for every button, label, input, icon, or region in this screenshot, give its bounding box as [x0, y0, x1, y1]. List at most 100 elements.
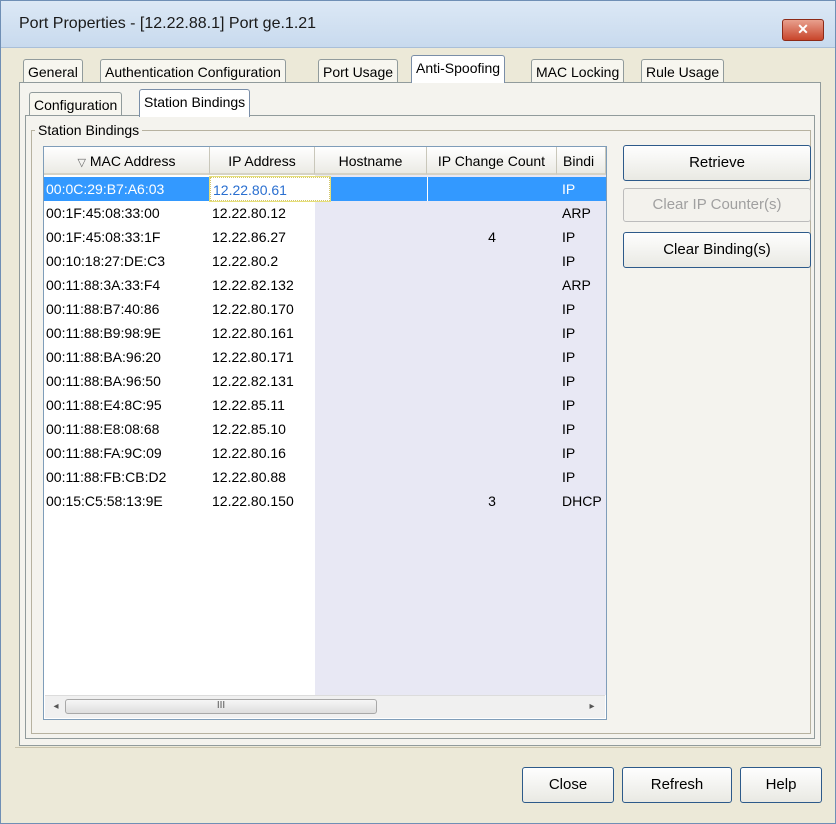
cell-ip-change-count: 4	[488, 229, 496, 245]
clear-bindings-button[interactable]: Clear Binding(s)	[623, 232, 811, 268]
table-row[interactable]: 00:1F:45:08:33:1F 12.22.86.27 4 IP	[44, 225, 606, 249]
tab-rule-usage[interactable]: Rule Usage	[641, 59, 725, 83]
help-button[interactable]: Help	[740, 767, 822, 803]
cell-mac: 00:11:88:BA:96:20	[46, 349, 161, 365]
subtab-configuration[interactable]: Configuration	[29, 92, 123, 116]
table-row[interactable]: 00:11:88:BA:96:50 12.22.82.131 IP	[44, 369, 606, 393]
cell-ip: 12.22.80.171	[212, 349, 294, 365]
cell-mac: 00:11:88:E8:08:68	[46, 421, 160, 437]
station-bindings-table[interactable]: ▽ MAC Address IP Address Hostname IP Cha…	[43, 146, 607, 720]
table-row[interactable]: 00:11:88:FB:CB:D2 12.22.80.88 IP	[44, 465, 606, 489]
cell-binding: IP	[562, 421, 576, 437]
cell-mac: 00:10:18:27:DE:C3	[46, 253, 166, 269]
cell-mac: 00:11:88:B7:40:86	[46, 301, 160, 317]
table-row[interactable]: 00:11:88:3A:33:F4 12.22.82.132 ARP	[44, 273, 606, 297]
cell-hostname	[319, 489, 424, 513]
table-row[interactable]: 00:11:88:FA:9C:09 12.22.80.16 IP	[44, 441, 606, 465]
cell-ip: 12.22.82.131	[212, 373, 294, 389]
cell-ip-change-count	[427, 417, 557, 441]
scrollbar-grip-icon: III	[216, 700, 226, 711]
tab-authentication-configuration[interactable]: Authentication Configuration	[100, 59, 286, 83]
cell-ip-change-count	[427, 393, 557, 417]
tab-mac-locking[interactable]: MAC Locking	[531, 59, 625, 83]
cell-ip: 12.22.80.88	[212, 469, 286, 485]
clear-ip-counters-button[interactable]: Clear IP Counter(s)	[623, 188, 811, 222]
cell-binding: IP	[562, 325, 576, 341]
tab-general[interactable]: General	[23, 59, 83, 83]
column-header-hostname[interactable]: Hostname	[315, 147, 427, 175]
footer-divider	[15, 747, 821, 748]
title-bar[interactable]: Port Properties - [12.22.88.1] Port ge.1…	[1, 1, 835, 48]
cell-ip-change-count	[427, 177, 558, 201]
cell-hostname	[319, 369, 424, 393]
column-header-mac-address[interactable]: ▽ MAC Address	[44, 147, 210, 175]
cell-binding: IP	[562, 445, 576, 461]
close-icon[interactable]: ✕	[782, 19, 824, 41]
cell-binding: IP	[562, 373, 576, 389]
cell-hostname	[319, 417, 424, 441]
subtab-station-bindings[interactable]: Station Bindings	[139, 89, 251, 117]
cell-hostname	[319, 297, 424, 321]
table-row[interactable]: 00:10:18:27:DE:C3 12.22.80.2 IP	[44, 249, 606, 273]
cell-hostname	[319, 393, 424, 417]
horizontal-scrollbar[interactable]: ◂ III ▸	[45, 695, 605, 718]
scroll-right-arrow-icon[interactable]: ▸	[585, 699, 599, 715]
tab-anti-spoofing[interactable]: Anti-Spoofing	[411, 55, 506, 83]
cell-ip-change-count	[427, 369, 557, 393]
table-row[interactable]: 00:11:88:B7:40:86 12.22.80.170 IP	[44, 297, 606, 321]
table-row[interactable]: 00:11:88:BA:96:20 12.22.80.171 IP	[44, 345, 606, 369]
cell-ip: 12.22.86.27	[212, 229, 286, 245]
tab-port-usage[interactable]: Port Usage	[318, 59, 399, 83]
column-header-binding[interactable]: Bindi	[557, 147, 606, 175]
cell-mac: 00:1F:45:08:33:1F	[46, 229, 161, 245]
cell-ip-change-count: 3	[488, 493, 496, 509]
scrollbar-thumb[interactable]: III	[65, 699, 377, 714]
cell-ip-change-count	[427, 321, 557, 345]
cell-binding: IP	[562, 349, 576, 365]
table-row-selected[interactable]: 00:0C:29:B7:A6:03 12.22.80.61 IP	[44, 176, 606, 202]
cell-hostname	[319, 321, 424, 345]
cell-binding: DHCP	[562, 493, 602, 509]
scroll-left-arrow-icon[interactable]: ◂	[49, 699, 63, 715]
refresh-button[interactable]: Refresh	[622, 767, 732, 803]
cell-ip-change-count	[427, 273, 557, 297]
cell-ip-change-count	[427, 297, 557, 321]
cell-mac: 00:15:C5:58:13:9E	[46, 493, 163, 509]
cell-binding: IP	[562, 253, 576, 269]
cell-binding: IP	[562, 229, 576, 245]
cell-hostname	[319, 273, 424, 297]
cell-ip: 12.22.80.16	[212, 445, 286, 461]
retrieve-button[interactable]: Retrieve	[623, 145, 811, 181]
column-header-label: MAC Address	[89, 153, 176, 169]
cell-mac: 00:11:88:BA:96:50	[46, 373, 161, 389]
groupbox-label: Station Bindings	[35, 122, 143, 138]
cell-ip: 12.22.80.12	[212, 205, 286, 221]
cell-ip-change-count	[427, 249, 557, 273]
cell-binding: IP	[562, 301, 576, 317]
close-button[interactable]: Close	[522, 767, 614, 803]
table-row[interactable]: 00:1F:45:08:33:00 12.22.80.12 ARP	[44, 201, 606, 225]
cell-hostname	[319, 225, 424, 249]
cell-ip: 12.22.80.170	[212, 301, 294, 317]
column-header-ip-change-count[interactable]: IP Change Count	[427, 147, 557, 175]
cell-hostname	[319, 465, 424, 489]
cell-mac: 00:11:88:FB:CB:D2	[46, 469, 167, 485]
cell-ip-change-count	[427, 201, 557, 225]
cell-mac: 00:0C:29:B7:A6:03	[46, 181, 165, 197]
cell-hostname	[334, 177, 424, 201]
cell-binding: IP	[562, 469, 576, 485]
table-row[interactable]: 00:11:88:B9:98:9E 12.22.80.161 IP	[44, 321, 606, 345]
cell-binding: IP	[562, 181, 576, 197]
column-header-ip-address[interactable]: IP Address	[210, 147, 315, 175]
cell-ip[interactable]: 12.22.80.61	[209, 176, 331, 202]
cell-mac: 00:11:88:FA:9C:09	[46, 445, 162, 461]
cell-ip-change-count	[427, 465, 557, 489]
table-row[interactable]: 00:15:C5:58:13:9E 12.22.80.150 3 DHCP	[44, 489, 606, 513]
cell-hostname	[319, 201, 424, 225]
table-row[interactable]: 00:11:88:E4:8C:95 12.22.85.11 IP	[44, 393, 606, 417]
cell-mac: 00:1F:45:08:33:00	[46, 205, 160, 221]
table-row[interactable]: 00:11:88:E8:08:68 12.22.85.10 IP	[44, 417, 606, 441]
port-properties-dialog: Port Properties - [12.22.88.1] Port ge.1…	[0, 0, 836, 824]
cell-ip: 12.22.85.10	[212, 421, 286, 437]
cell-ip-change-count	[427, 345, 557, 369]
